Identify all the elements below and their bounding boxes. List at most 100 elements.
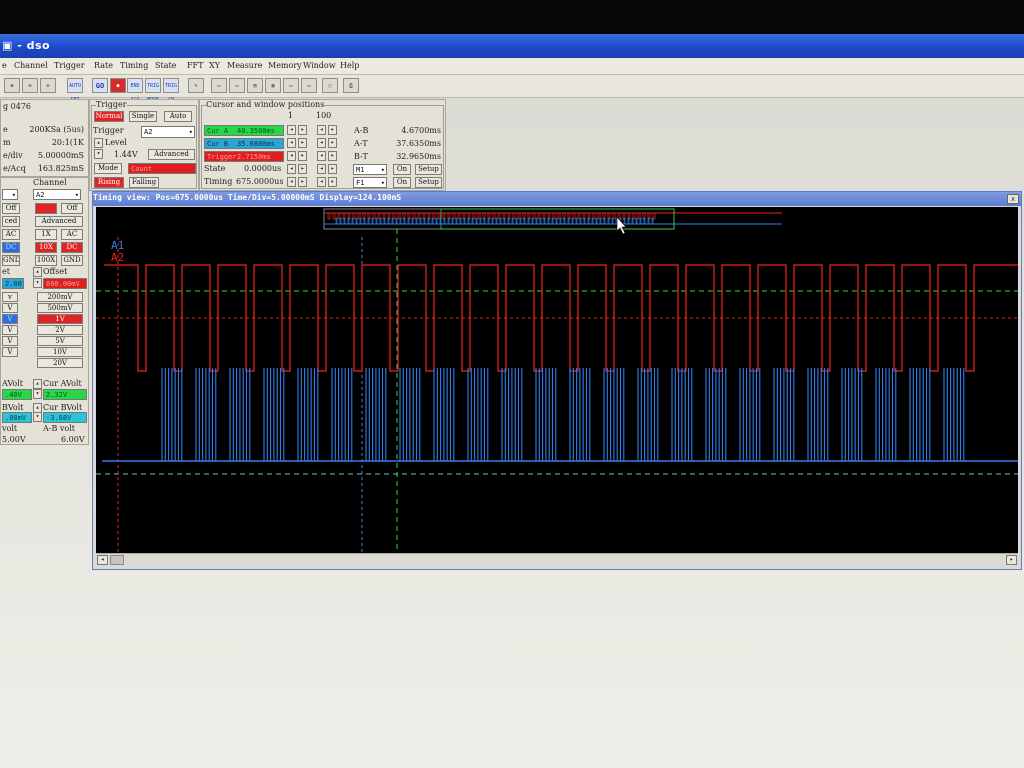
menu-trigger[interactable]: Trigger xyxy=(54,61,85,70)
m1-setup-button[interactable]: Setup xyxy=(415,164,442,175)
channel-a1-volt-button[interactable]: V xyxy=(2,325,18,335)
volt-200mv-button[interactable]: 200mV xyxy=(37,292,83,302)
right-arrow-icon[interactable]: ▸ xyxy=(298,164,307,174)
right-arrow-icon[interactable]: ▸ xyxy=(298,151,307,161)
scroll-right-arrow-icon[interactable]: ▸ xyxy=(1006,555,1017,565)
cursor-b-field[interactable]: Cur B 35.6800ms xyxy=(204,138,284,149)
measure-f1-select[interactable]: F1 ▾ xyxy=(353,177,387,188)
window-layout-3-icon[interactable]: ▤ xyxy=(247,78,263,93)
channel-a2-1x-button[interactable]: 1X xyxy=(35,229,57,240)
channel-a1-volt-button[interactable]: V xyxy=(2,303,18,313)
left-arrow-icon[interactable]: ◂ xyxy=(317,177,326,187)
zoom-in-icon[interactable]: ⊕ xyxy=(4,78,20,93)
menu-timing[interactable]: Timing xyxy=(120,61,148,70)
zoom-fit-icon[interactable]: ⊙ xyxy=(40,78,56,93)
channel-a1-volt-button-selected[interactable]: V xyxy=(2,314,18,324)
channel-a1-gnd-button[interactable]: GND xyxy=(2,255,20,266)
trig-ch-button[interactable]: TRIG CH xyxy=(163,78,179,103)
right-arrow-icon[interactable]: ▸ xyxy=(298,125,307,135)
right-arrow-icon[interactable]: ▸ xyxy=(328,138,337,148)
volt-2v-button[interactable]: 2V xyxy=(37,325,83,335)
timing-view-window[interactable]: Timing view: Pos=675.0000us Time/Div=5.0… xyxy=(92,191,1022,570)
level-up-arrow-icon[interactable]: ▴ xyxy=(94,138,103,148)
waveform-display[interactable]: A1 A2 xyxy=(96,207,1018,553)
window-layout-2-icon[interactable]: ▭ xyxy=(229,78,245,93)
menu-window[interactable]: Window xyxy=(303,61,336,70)
menu-file[interactable]: e xyxy=(2,61,7,70)
channel-a2-on-button[interactable] xyxy=(35,203,57,214)
left-arrow-icon[interactable]: ◂ xyxy=(287,151,296,161)
channel-a2-offset-value[interactable]: 600.00mV xyxy=(43,278,87,289)
cursor-a-field[interactable]: Cur A 40.3500ms xyxy=(204,125,284,136)
tool-icon[interactable]: ✎ xyxy=(188,78,204,93)
trigger-normal-button[interactable]: Normal xyxy=(94,111,124,122)
left-arrow-icon[interactable]: ◂ xyxy=(287,138,296,148)
trigger-position-field[interactable]: Trigger 2.7150ms xyxy=(204,151,284,162)
left-arrow-icon[interactable]: ◂ xyxy=(317,164,326,174)
trigger-single-button[interactable]: Single xyxy=(129,111,157,122)
channel-a1-select[interactable]: ▾ xyxy=(2,189,18,200)
volt-1v-button[interactable]: 1V xyxy=(37,314,83,324)
left-arrow-icon[interactable]: ◂ xyxy=(317,151,326,161)
channel-a2-select[interactable]: A2 ▾ xyxy=(33,189,81,200)
scroll-left-arrow-icon[interactable]: ◂ xyxy=(97,555,108,565)
right-arrow-icon[interactable]: ▸ xyxy=(328,177,337,187)
channel-a2-advanced-button[interactable]: Advanced xyxy=(35,216,83,227)
right-arrow-icon[interactable]: ▸ xyxy=(328,125,337,135)
right-arrow-icon[interactable]: ▸ xyxy=(328,164,337,174)
trigger-falling-button[interactable]: Falling xyxy=(129,177,159,188)
trigger-mode-value[interactable]: Count xyxy=(128,163,196,174)
waveform-overview[interactable] xyxy=(323,208,782,230)
menu-memory[interactable]: Memory xyxy=(268,61,302,70)
horizontal-scrollbar[interactable]: ◂ ▸ xyxy=(96,553,1018,566)
go-button[interactable]: GO xyxy=(92,78,108,93)
left-arrow-icon[interactable]: ◂ xyxy=(317,138,326,148)
channel-a1-offset-value[interactable]: 2.00 xyxy=(2,278,24,289)
channel-a2-100x-button[interactable]: 100X xyxy=(35,255,57,266)
volt-20v-button[interactable]: 20V xyxy=(37,358,83,368)
left-arrow-icon[interactable]: ◂ xyxy=(287,177,296,187)
channel-a2-dc-button[interactable]: DC xyxy=(61,242,83,253)
close-icon[interactable]: x xyxy=(1007,194,1019,204)
cur-avolt-down-arrow-icon[interactable]: ▾ xyxy=(33,389,42,399)
trigger-auto-button[interactable]: Auto xyxy=(164,111,192,122)
trig-mode-button[interactable]: TRIG MODE xyxy=(145,78,161,103)
m1-on-button[interactable]: On xyxy=(393,164,411,175)
window-layout-1-icon[interactable]: ▭ xyxy=(211,78,227,93)
window-layout-7-icon[interactable]: ▢ xyxy=(322,78,338,93)
menu-xy[interactable]: XY xyxy=(209,61,220,70)
left-arrow-icon[interactable]: ◂ xyxy=(287,164,296,174)
channel-a2-ac-button[interactable]: AC xyxy=(61,229,83,240)
right-arrow-icon[interactable]: ▸ xyxy=(298,138,307,148)
measure-m1-select[interactable]: M1 ▾ xyxy=(353,164,387,175)
window-layout-5-icon[interactable]: ▭ xyxy=(283,78,299,93)
trigger-mode-button[interactable]: Mode xyxy=(94,163,122,174)
trigger-rising-button[interactable]: Rising xyxy=(94,177,124,188)
stop-icon[interactable]: ● xyxy=(110,78,126,93)
channel-a1-ac-button[interactable]: AC xyxy=(2,229,20,240)
f1-setup-button[interactable]: Setup xyxy=(415,177,442,188)
left-arrow-icon[interactable]: ◂ xyxy=(317,125,326,135)
right-arrow-icon[interactable]: ▸ xyxy=(328,151,337,161)
channel-a2-10x-button[interactable]: 10X xyxy=(35,242,57,253)
offset-down-arrow-icon[interactable]: ▾ xyxy=(33,278,42,288)
channel-a2-gnd-button[interactable]: GND xyxy=(61,255,83,266)
channel-a1-volt-button[interactable]: V xyxy=(2,347,18,357)
menu-channel[interactable]: Channel xyxy=(14,61,48,70)
menu-rate[interactable]: Rate xyxy=(94,61,113,70)
trigger-source-select[interactable]: A2 ▾ xyxy=(141,126,195,138)
channel-a2-off-button[interactable]: Off xyxy=(61,203,83,214)
left-arrow-icon[interactable]: ◂ xyxy=(287,125,296,135)
menu-help[interactable]: Help xyxy=(340,61,359,70)
cur-bvolt-down-arrow-icon[interactable]: ▾ xyxy=(33,412,42,422)
menu-state[interactable]: State xyxy=(155,61,176,70)
auto-set-button[interactable]: AUTO SET xyxy=(67,78,83,103)
volt-500mv-button[interactable]: 500mV xyxy=(37,303,83,313)
channel-a1-dc-button[interactable]: DC xyxy=(2,242,20,253)
right-arrow-icon[interactable]: ▸ xyxy=(298,177,307,187)
channel-a1-volt-button[interactable]: V xyxy=(2,336,18,346)
menu-fft[interactable]: FFT xyxy=(187,61,203,70)
channel-a1-volt-button[interactable]: v xyxy=(2,292,18,302)
cur-avolt-up-arrow-icon[interactable]: ▴ xyxy=(33,379,42,389)
waveform-canvas[interactable]: A1 A2 xyxy=(96,207,1018,553)
